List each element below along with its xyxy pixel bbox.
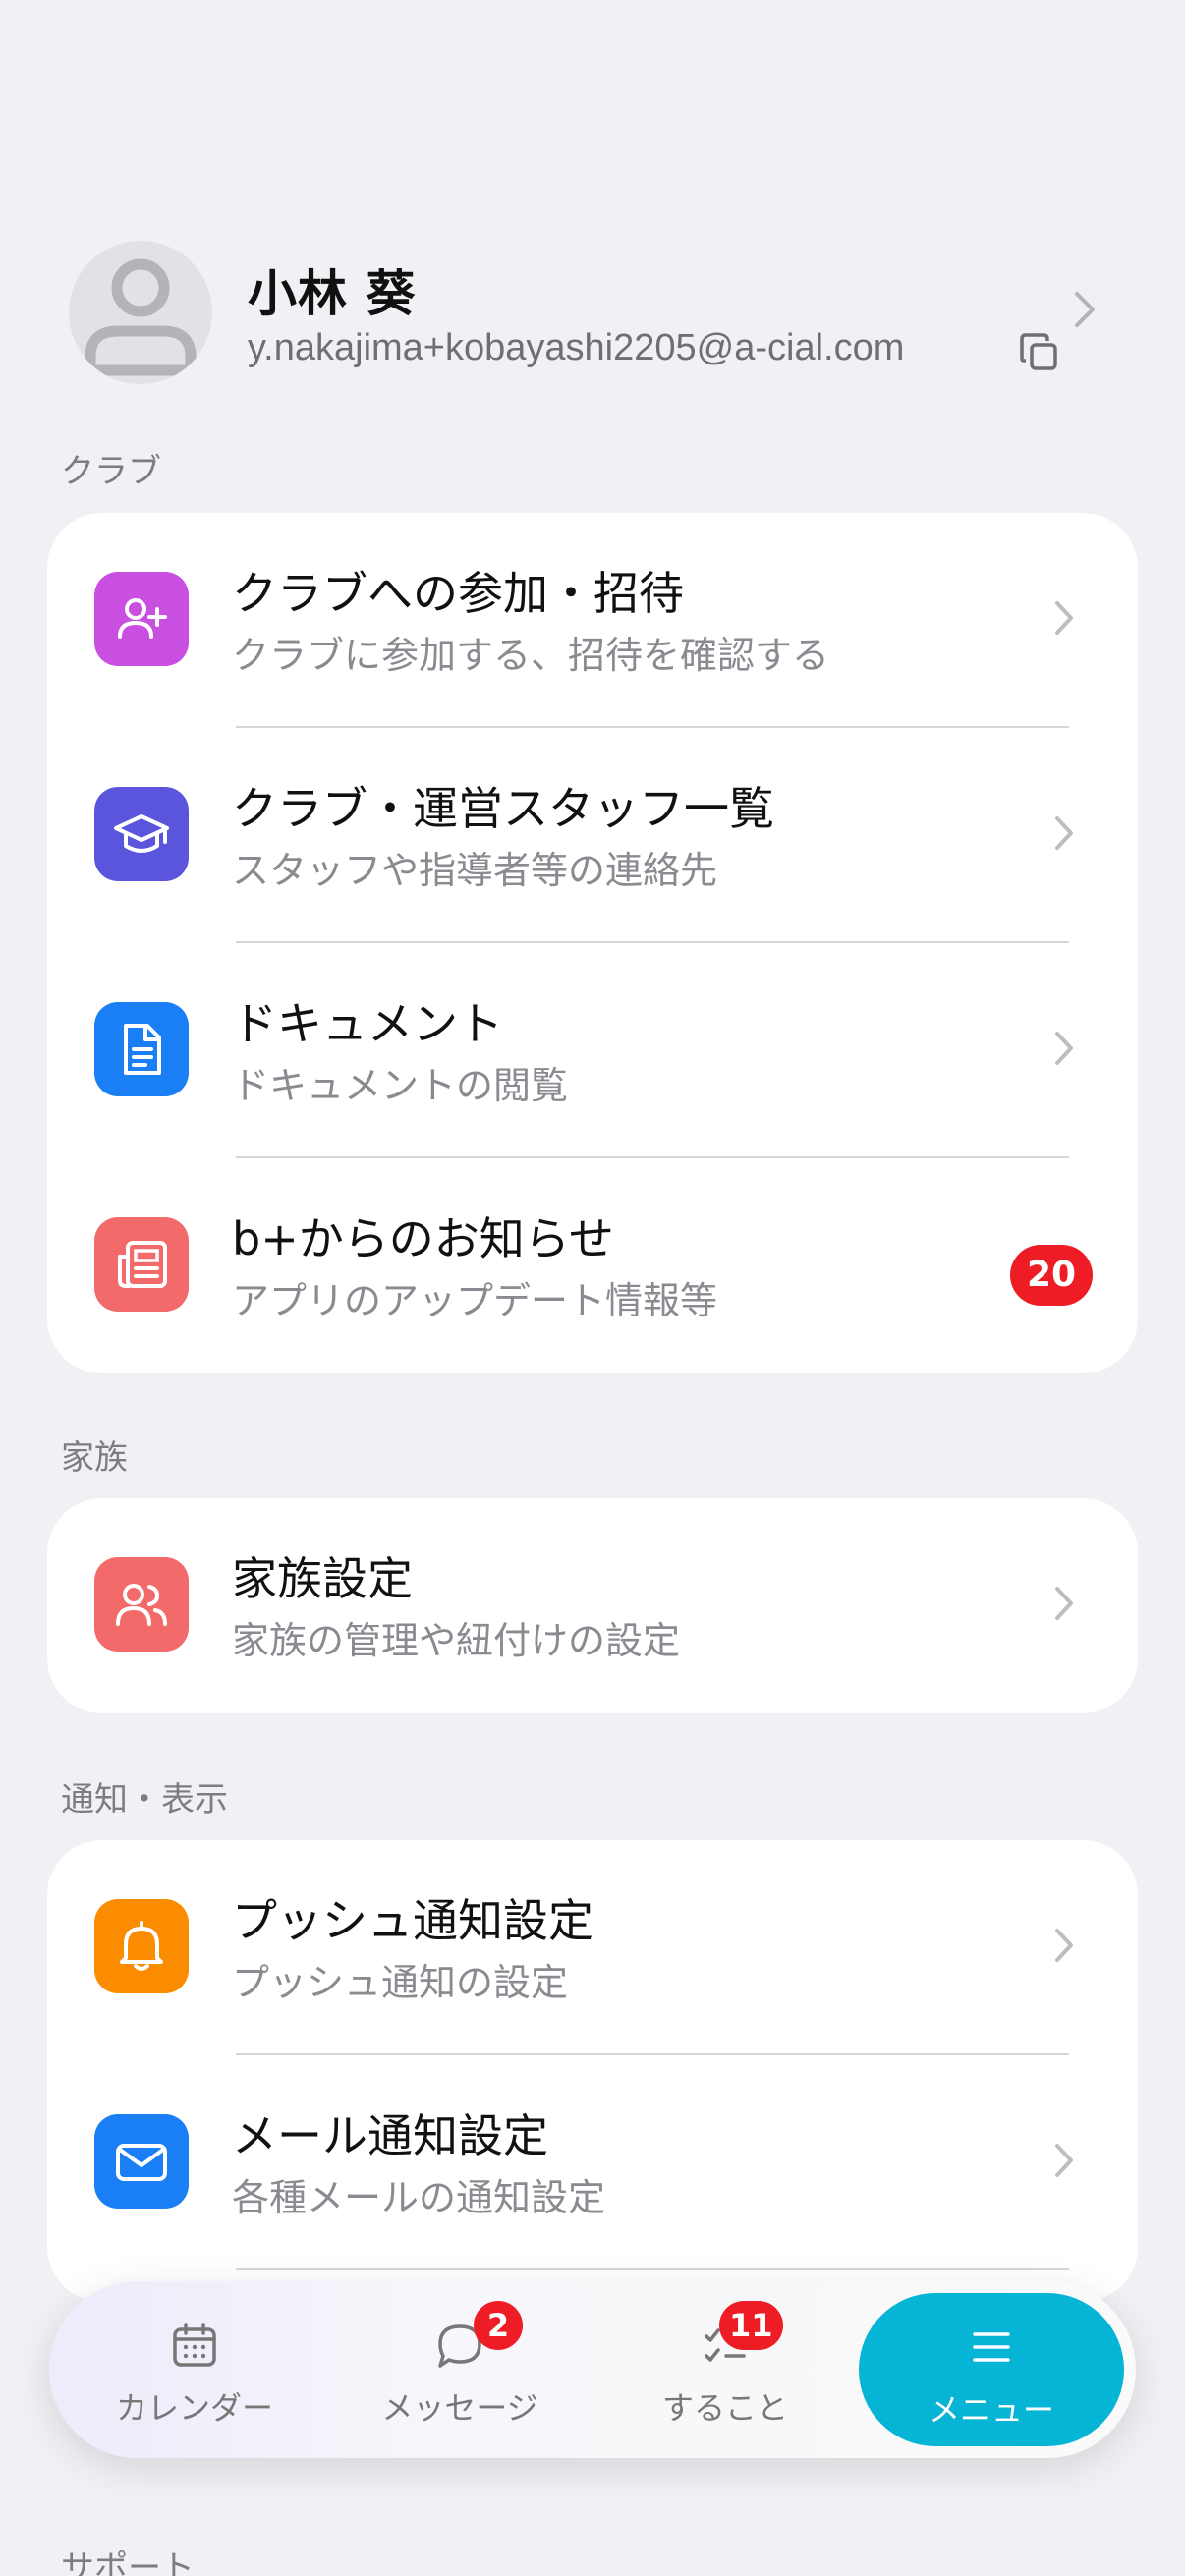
menu-item-push-settings[interactable]: プッシュ通知設定 プッシュ通知の設定 bbox=[47, 1840, 1138, 2055]
mail-icon bbox=[94, 2114, 189, 2209]
menu-item-subtitle: 家族の管理や紐付けの設定 bbox=[232, 1619, 681, 1662]
tab-calendar[interactable]: カレンダー bbox=[67, 2281, 322, 2458]
family-card: 家族設定 家族の管理や紐付けの設定 bbox=[47, 1498, 1138, 1713]
menu-item-subtitle: アプリのアップデート情報等 bbox=[232, 1279, 718, 1322]
menu-item-documents[interactable]: ドキュメント ドキュメントの閲覧 bbox=[47, 943, 1138, 1158]
profile-name: 小林 葵 bbox=[248, 265, 417, 322]
section-title-club: クラブ bbox=[61, 452, 161, 491]
chevron-right-icon bbox=[1055, 1032, 1073, 1065]
menu-item-title: クラブへの参加・招待 bbox=[232, 567, 684, 620]
menu-item-title: プッシュ通知設定 bbox=[232, 1894, 593, 1947]
messages-badge: 2 bbox=[474, 2301, 523, 2350]
menu-icon bbox=[973, 2332, 1010, 2362]
menu-item-subtitle: 各種メールの通知設定 bbox=[232, 2176, 606, 2219]
club-card: クラブへの参加・招待 クラブに参加する、招待を確認する クラブ・運営スタッフ一覧… bbox=[47, 513, 1138, 1373]
avatar bbox=[69, 241, 212, 384]
calendar-icon bbox=[173, 2323, 216, 2367]
menu-item-club-join[interactable]: クラブへの参加・招待 クラブに参加する、招待を確認する bbox=[47, 513, 1138, 728]
menu-item-title: ドキュメント bbox=[232, 997, 503, 1050]
tab-todo[interactable]: すること 11 bbox=[597, 2281, 853, 2458]
tab-messages[interactable]: メッセージ 2 bbox=[332, 2281, 588, 2458]
menu-item-subtitle: プッシュ通知の設定 bbox=[232, 1961, 569, 2004]
tab-label: すること bbox=[661, 2389, 788, 2427]
menu-item-title: メール通知設定 bbox=[232, 2109, 548, 2162]
chevron-right-icon bbox=[1055, 1587, 1073, 1620]
chevron-right-icon bbox=[1055, 2144, 1073, 2177]
bell-icon bbox=[94, 1899, 189, 1993]
profile-email: y.nakajima+kobayashi2205@a-cial.com bbox=[248, 327, 905, 368]
profile-header[interactable]: 小林 葵 y.nakajima+kobayashi2205@a-cial.com bbox=[69, 241, 1116, 386]
avatar-placeholder-icon bbox=[85, 258, 197, 376]
section-title-family: 家族 bbox=[61, 1438, 128, 1478]
newspaper-icon bbox=[94, 1217, 189, 1312]
chevron-right-icon bbox=[1055, 816, 1073, 850]
chevron-right-icon bbox=[1055, 1929, 1073, 1962]
menu-item-title: クラブ・運営スタッフ一覧 bbox=[232, 782, 774, 835]
tab-label: カレンダー bbox=[115, 2389, 273, 2427]
menu-item-subtitle: ドキュメントの閲覧 bbox=[232, 1064, 569, 1107]
menu-item-family-settings[interactable]: 家族設定 家族の管理や紐付けの設定 bbox=[47, 1498, 1138, 1713]
chevron-right-icon bbox=[1055, 601, 1073, 635]
tab-menu[interactable]: メニュー bbox=[859, 2293, 1124, 2446]
graduation-cap-icon bbox=[94, 787, 189, 881]
section-title-notifications: 通知・表示 bbox=[61, 1780, 228, 1820]
menu-item-staff-list[interactable]: クラブ・運営スタッフ一覧 スタッフや指導者等の連絡先 bbox=[47, 728, 1138, 943]
menu-item-title: b+からのお知らせ bbox=[232, 1212, 614, 1265]
users-icon bbox=[94, 1557, 189, 1652]
divider bbox=[236, 2268, 1069, 2270]
copy-icon[interactable] bbox=[1018, 331, 1061, 374]
menu-item-mail-settings[interactable]: メール通知設定 各種メールの通知設定 bbox=[47, 2055, 1138, 2270]
document-icon bbox=[94, 1002, 189, 1096]
menu-item-subtitle: スタッフや指導者等の連絡先 bbox=[232, 849, 718, 892]
tab-label: メニュー bbox=[928, 2391, 1054, 2429]
bottom-tab-bar: カレンダー メッセージ 2 すること 11 メニュー bbox=[49, 2281, 1136, 2458]
unread-count-badge: 20 bbox=[1010, 1245, 1093, 1306]
menu-item-announcements[interactable]: b+からのお知らせ アプリのアップデート情報等 20 bbox=[47, 1158, 1138, 1373]
menu-item-subtitle: クラブに参加する、招待を確認する bbox=[232, 634, 830, 677]
tab-label: メッセージ bbox=[381, 2389, 538, 2427]
user-plus-icon bbox=[94, 572, 189, 666]
profile-chevron-icon bbox=[1075, 292, 1095, 327]
notification-card: プッシュ通知設定 プッシュ通知の設定 メール通知設定 各種メールの通知設定 bbox=[47, 1840, 1138, 2302]
section-title-support: サポート bbox=[61, 2548, 195, 2576]
menu-item-title: 家族設定 bbox=[232, 1552, 413, 1605]
todo-badge: 11 bbox=[719, 2301, 783, 2350]
